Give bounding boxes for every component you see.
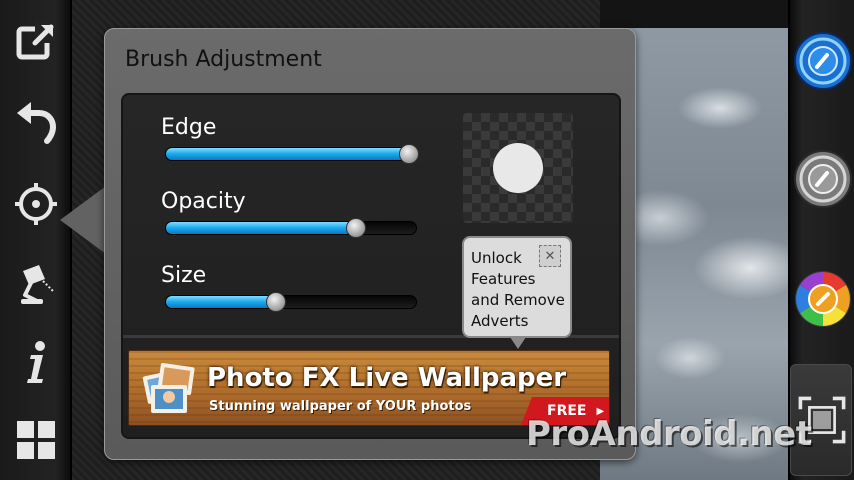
edge-slider-thumb[interactable]: [399, 144, 419, 164]
grid-button[interactable]: [8, 412, 64, 468]
edge-label: Edge: [161, 115, 217, 140]
brush-adjust-button[interactable]: [8, 176, 64, 232]
size-slider-thumb[interactable]: [266, 292, 286, 312]
info-icon: [27, 341, 45, 383]
opacity-label: Opacity: [161, 189, 246, 214]
app-screen: Brush Adjustment Edge Opacity Size Photo…: [0, 0, 854, 480]
brush-preview-dot: [493, 143, 543, 193]
unlock-tooltip[interactable]: Unlock Features and Remove Adverts ✕: [462, 236, 572, 338]
canvas-top-edge: [600, 0, 790, 28]
share-icon: [16, 23, 55, 60]
brush-blue-icon: [794, 32, 852, 90]
photo-stack-icon: [142, 363, 195, 413]
lamp-icon: [21, 265, 54, 304]
grid-icon: [17, 421, 55, 459]
brush-gray-button[interactable]: [792, 148, 854, 210]
opacity-slider[interactable]: [165, 218, 417, 238]
brush-preview: [463, 113, 573, 223]
edge-slider-fill: [166, 148, 409, 160]
brush-gray-icon: [794, 150, 852, 208]
brush-target-icon: [15, 183, 57, 225]
lamp-button[interactable]: [8, 256, 64, 312]
close-icon[interactable]: ✕: [539, 245, 561, 267]
right-toolbar: [788, 0, 854, 480]
size-label: Size: [161, 263, 207, 288]
color-wheel-icon: [795, 271, 851, 327]
info-button[interactable]: [8, 334, 64, 390]
tooltip-tail: [510, 337, 526, 349]
popup-pointer: [60, 186, 106, 254]
ad-title: Photo FX Live Wallpaper: [207, 363, 567, 393]
brush-blue-button[interactable]: [792, 30, 854, 92]
color-wheel-button[interactable]: [792, 268, 854, 330]
size-slider[interactable]: [165, 292, 417, 312]
watermark: ProAndroid.net: [526, 414, 812, 454]
opacity-slider-fill: [166, 222, 356, 234]
share-button[interactable]: [8, 14, 64, 70]
popup-title: Brush Adjustment: [125, 47, 322, 72]
edge-slider[interactable]: [165, 144, 419, 164]
size-slider-fill: [166, 296, 276, 308]
opacity-slider-thumb[interactable]: [346, 218, 366, 238]
undo-icon: [17, 102, 57, 144]
undo-button[interactable]: [8, 94, 64, 150]
ad-subtitle: Stunning wallpaper of YOUR photos: [209, 399, 472, 414]
